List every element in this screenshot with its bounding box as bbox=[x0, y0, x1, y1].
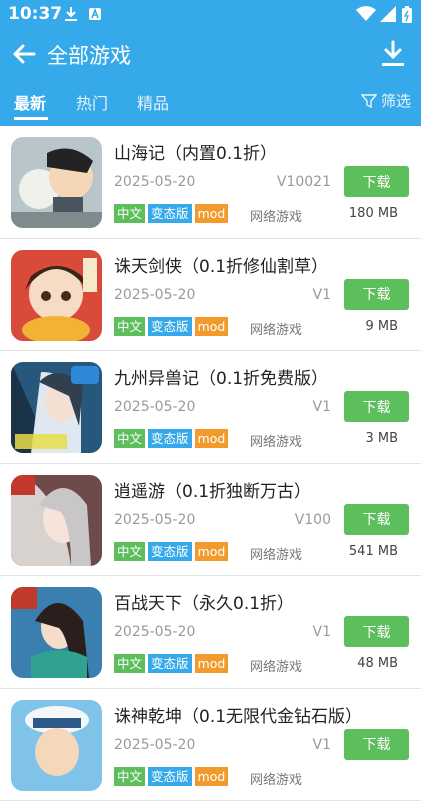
game-thumbnail[interactable] bbox=[11, 700, 102, 791]
game-size: 3 MB bbox=[365, 431, 398, 446]
download-button[interactable]: 下载 bbox=[344, 504, 409, 535]
tag-chinese: 中文 bbox=[114, 204, 145, 223]
app-bar: 全部游戏 bbox=[0, 30, 421, 80]
game-category: 网络游戏 bbox=[250, 769, 302, 788]
signal-icon bbox=[380, 6, 396, 26]
game-version: V1 bbox=[313, 399, 331, 415]
tag-chinese: 中文 bbox=[114, 317, 145, 336]
game-date: 2025-05-20 bbox=[114, 399, 195, 415]
game-category: 网络游戏 bbox=[250, 431, 302, 450]
download-button[interactable]: 下载 bbox=[344, 166, 409, 197]
tag-chinese: 中文 bbox=[114, 429, 145, 448]
game-name: 九州异兽记（0.1折免费版） bbox=[114, 364, 328, 389]
game-name: 山海记（内置0.1折） bbox=[114, 139, 277, 164]
game-row[interactable]: 逍遥游（0.1折独断万古） 2025-05-20 V100 下载 中文 变态版 … bbox=[0, 464, 421, 577]
game-date: 2025-05-20 bbox=[114, 624, 195, 640]
game-size: 9 MB bbox=[365, 319, 398, 334]
game-name: 诛天剑侠（0.1折修仙割草） bbox=[114, 252, 328, 277]
game-thumbnail[interactable] bbox=[11, 362, 102, 453]
tag-mod: mod bbox=[195, 429, 229, 448]
tag-list: 中文 变态版 mod bbox=[114, 767, 228, 786]
tag-chinese: 中文 bbox=[114, 654, 145, 673]
page-title: 全部游戏 bbox=[47, 40, 131, 70]
game-thumbnail[interactable] bbox=[11, 137, 102, 228]
game-row[interactable]: 诛神乾坤（0.1无限代金钻石版） 2025-05-20 V1 下载 中文 变态版… bbox=[0, 689, 421, 801]
game-category: 网络游戏 bbox=[250, 544, 302, 563]
tag-modified: 变态版 bbox=[148, 317, 192, 336]
game-row[interactable]: 百战天下（永久0.1折） 2025-05-20 V1 下载 中文 变态版 mod… bbox=[0, 576, 421, 689]
filter-icon bbox=[361, 93, 377, 109]
game-date: 2025-05-20 bbox=[114, 737, 195, 753]
app-notification-icon bbox=[88, 6, 102, 25]
tab-latest[interactable]: 最新 bbox=[14, 90, 46, 114]
top-bar: 10:37 全部游戏 最新 热门 精品 筛选 bbox=[0, 0, 421, 126]
game-thumbnail[interactable] bbox=[11, 587, 102, 678]
status-time: 10:37 bbox=[8, 4, 62, 24]
game-thumbnail[interactable] bbox=[11, 475, 102, 566]
game-version: V1 bbox=[313, 624, 331, 640]
game-thumbnail[interactable] bbox=[11, 250, 102, 341]
game-category: 网络游戏 bbox=[250, 319, 302, 338]
filter-label: 筛选 bbox=[381, 90, 411, 111]
tag-modified: 变态版 bbox=[148, 654, 192, 673]
game-category: 网络游戏 bbox=[250, 206, 302, 225]
tab-indicator bbox=[14, 117, 48, 120]
download-button[interactable]: 下载 bbox=[344, 729, 409, 760]
game-row[interactable]: 九州异兽记（0.1折免费版） 2025-05-20 V1 下载 中文 变态版 m… bbox=[0, 351, 421, 464]
game-name: 逍遥游（0.1折独断万古） bbox=[114, 477, 311, 502]
game-date: 2025-05-20 bbox=[114, 174, 195, 190]
game-list: 山海记（内置0.1折） 2025-05-20 V10021 下载 中文 变态版 … bbox=[0, 126, 421, 801]
filter-button[interactable]: 筛选 bbox=[361, 90, 411, 111]
tag-list: 中文 变态版 mod bbox=[114, 542, 228, 561]
tag-list: 中文 变态版 mod bbox=[114, 204, 228, 223]
back-arrow-icon[interactable] bbox=[8, 38, 40, 70]
wifi-icon bbox=[356, 6, 376, 26]
game-size: 180 MB bbox=[349, 206, 398, 221]
game-name: 百战天下（永久0.1折） bbox=[114, 589, 294, 614]
game-row[interactable]: 诛天剑侠（0.1折修仙割草） 2025-05-20 V1 下载 中文 变态版 m… bbox=[0, 239, 421, 352]
tab-hot[interactable]: 热门 bbox=[76, 90, 108, 114]
status-bar: 10:37 bbox=[0, 0, 421, 30]
tab-featured[interactable]: 精品 bbox=[137, 90, 169, 114]
tag-mod: mod bbox=[195, 654, 229, 673]
tag-modified: 变态版 bbox=[148, 204, 192, 223]
game-row[interactable]: 山海记（内置0.1折） 2025-05-20 V10021 下载 中文 变态版 … bbox=[0, 126, 421, 239]
tag-list: 中文 变态版 mod bbox=[114, 654, 228, 673]
tab-bar: 最新 热门 精品 筛选 bbox=[0, 84, 421, 126]
game-date: 2025-05-20 bbox=[114, 512, 195, 528]
battery-icon bbox=[402, 6, 412, 27]
game-size: 541 MB bbox=[349, 544, 398, 559]
tag-mod: mod bbox=[195, 767, 229, 786]
tag-modified: 变态版 bbox=[148, 429, 192, 448]
tag-mod: mod bbox=[195, 204, 229, 223]
game-name: 诛神乾坤（0.1无限代金钻石版） bbox=[114, 702, 362, 727]
tag-modified: 变态版 bbox=[148, 542, 192, 561]
download-status-icon bbox=[64, 6, 78, 26]
download-button[interactable]: 下载 bbox=[344, 279, 409, 310]
game-size: 48 MB bbox=[357, 656, 398, 671]
download-manager-icon[interactable] bbox=[379, 39, 407, 69]
game-date: 2025-05-20 bbox=[114, 287, 195, 303]
game-version: V10021 bbox=[277, 174, 331, 190]
game-version: V1 bbox=[313, 287, 331, 303]
tag-chinese: 中文 bbox=[114, 767, 145, 786]
game-category: 网络游戏 bbox=[250, 656, 302, 675]
game-version: V1 bbox=[313, 737, 331, 753]
tag-list: 中文 变态版 mod bbox=[114, 317, 228, 336]
game-version: V100 bbox=[295, 512, 331, 528]
download-button[interactable]: 下载 bbox=[344, 616, 409, 647]
tag-chinese: 中文 bbox=[114, 542, 145, 561]
tag-list: 中文 变态版 mod bbox=[114, 429, 228, 448]
tag-modified: 变态版 bbox=[148, 767, 192, 786]
download-button[interactable]: 下载 bbox=[344, 391, 409, 422]
tag-mod: mod bbox=[195, 542, 229, 561]
tag-mod: mod bbox=[195, 317, 229, 336]
